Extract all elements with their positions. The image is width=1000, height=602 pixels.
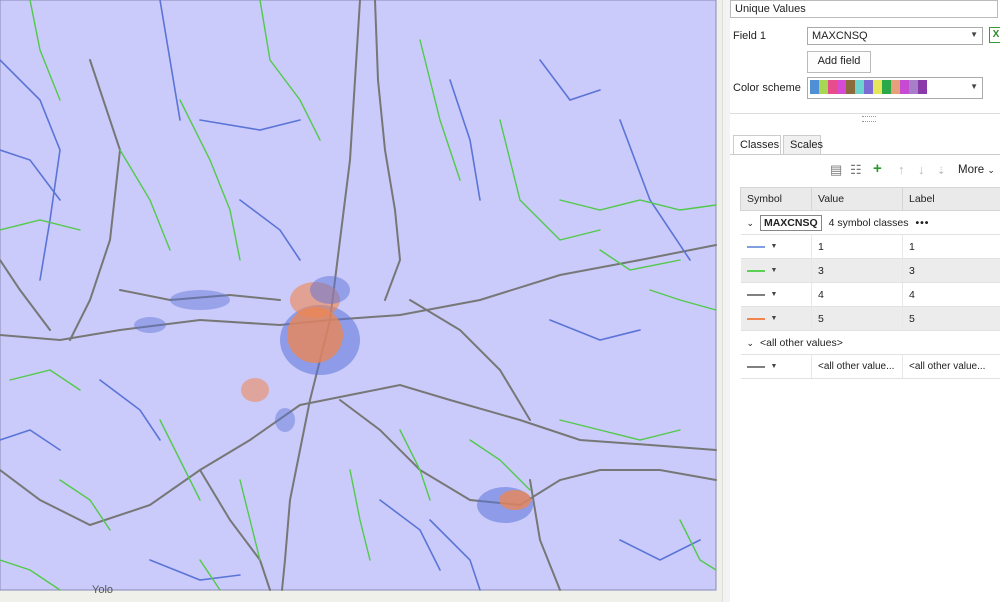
- color-swatch: [900, 80, 909, 94]
- color-swatch: [891, 80, 900, 94]
- classes-table: Symbol Value Label ⌄ MAXCNSQ 4 symbol cl…: [740, 187, 1000, 379]
- color-swatch: [846, 80, 855, 94]
- symbol-cell[interactable]: ▼: [740, 306, 812, 331]
- collapse-chevron-icon[interactable]: ⌄: [747, 218, 755, 228]
- group-summary: 4 symbol classes: [828, 216, 909, 229]
- line-symbol: [746, 317, 765, 320]
- chevron-down-icon[interactable]: ▼: [771, 363, 778, 370]
- symbol-cell[interactable]: ▼: [740, 258, 812, 283]
- color-swatch: [837, 80, 846, 94]
- grip-icon: [862, 116, 876, 122]
- sort-icon[interactable]: ⇣: [937, 166, 945, 177]
- map-place-label: Yolo: [92, 584, 114, 596]
- renderer-dropdown[interactable]: Unique Values: [730, 0, 998, 18]
- class-row[interactable]: ▼ 4 4: [740, 282, 1000, 307]
- class5-cluster: [241, 378, 269, 402]
- symbol-cell[interactable]: ▼: [740, 354, 812, 379]
- more-menu-button[interactable]: More ⌄: [958, 164, 995, 176]
- color-scheme-swatches: [810, 80, 927, 97]
- symbol-cell[interactable]: ▼: [740, 282, 812, 307]
- color-swatch: [855, 80, 864, 94]
- value-cell[interactable]: 4: [811, 282, 903, 307]
- field1-dropdown[interactable]: MAXCNSQ ▼: [807, 27, 983, 45]
- tab-divider: [730, 154, 1000, 155]
- class-row[interactable]: ▼ 5 5: [740, 306, 1000, 331]
- label-cell[interactable]: 1: [902, 234, 1000, 259]
- chevron-down-icon: ▼: [970, 82, 978, 91]
- group-field-input[interactable]: MAXCNSQ: [759, 214, 822, 231]
- line-symbol: [746, 293, 765, 296]
- urban-area-blob: [310, 276, 350, 304]
- color-swatch: [882, 80, 891, 94]
- color-swatch: [873, 80, 882, 94]
- column-symbol[interactable]: Symbol: [740, 187, 812, 211]
- chevron-down-icon: ⌄: [987, 165, 995, 175]
- color-swatch: [864, 80, 873, 94]
- move-down-icon[interactable]: ↓: [918, 162, 925, 177]
- value-cell[interactable]: 1: [811, 234, 903, 259]
- chevron-down-icon[interactable]: ▼: [771, 267, 778, 274]
- move-up-icon[interactable]: ↑: [898, 162, 905, 177]
- label-cell[interactable]: <all other value...: [902, 354, 1000, 379]
- value-cell[interactable]: <all other value...: [811, 354, 903, 379]
- expression-icon[interactable]: X: [989, 27, 1000, 43]
- label-cell[interactable]: 4: [902, 282, 1000, 307]
- color-swatch: [909, 80, 918, 94]
- line-symbol: [746, 245, 765, 248]
- tab-classes[interactable]: Classes: [733, 135, 781, 155]
- symbology-pane: Unique Values Field 1 MAXCNSQ ▼ X Add fi…: [730, 0, 1000, 602]
- chevron-down-icon[interactable]: ▼: [771, 315, 778, 322]
- color-swatch: [828, 80, 837, 94]
- table-view-icon[interactable]: ▤: [830, 162, 842, 178]
- color-scheme-label: Color scheme: [733, 82, 801, 94]
- group-options-icon[interactable]: •••: [915, 217, 929, 229]
- urban-area-blob: [275, 408, 295, 432]
- add-field-button[interactable]: Add field: [807, 51, 871, 73]
- map-view[interactable]: Yolo: [0, 0, 722, 602]
- other-group-header: ⌄ <all other values>: [740, 330, 1000, 355]
- color-swatch: [810, 80, 819, 94]
- class-row[interactable]: ▼ 3 3: [740, 258, 1000, 283]
- collapse-chevron-icon[interactable]: ⌄: [747, 338, 755, 348]
- chevron-down-icon[interactable]: ▼: [771, 243, 778, 250]
- group-header: ⌄ MAXCNSQ 4 symbol classes •••: [740, 210, 1000, 235]
- class5-cluster: [499, 490, 531, 510]
- label-cell[interactable]: 5: [902, 306, 1000, 331]
- line-symbol: [746, 269, 765, 272]
- section-splitter[interactable]: [730, 113, 1000, 128]
- urban-area-blob: [134, 317, 166, 333]
- urban-area-blob: [170, 290, 230, 310]
- add-values-icon[interactable]: ☷: [850, 162, 862, 178]
- value-cell[interactable]: 3: [811, 258, 903, 283]
- column-label[interactable]: Label: [902, 187, 1000, 211]
- other-group-label: <all other values>: [759, 336, 843, 349]
- color-swatch: [918, 80, 927, 94]
- field1-label: Field 1: [733, 30, 767, 42]
- tab-scales[interactable]: Scales: [783, 135, 823, 155]
- add-class-icon[interactable]: +: [873, 160, 882, 177]
- class-row[interactable]: ▼ 1 1: [740, 234, 1000, 259]
- color-swatch: [819, 80, 828, 94]
- column-value[interactable]: Value: [811, 187, 903, 211]
- color-scheme-dropdown[interactable]: ▼: [807, 77, 983, 99]
- field1-value: MAXCNSQ: [812, 30, 868, 42]
- renderer-value: Unique Values: [735, 3, 806, 15]
- label-cell[interactable]: 3: [902, 258, 1000, 283]
- map-extent-fill: [0, 0, 717, 591]
- symbol-cell[interactable]: ▼: [740, 234, 812, 259]
- value-cell[interactable]: 5: [811, 306, 903, 331]
- more-label: More: [958, 164, 985, 176]
- chevron-down-icon: ▼: [970, 30, 978, 39]
- map-canvas[interactable]: [0, 0, 722, 602]
- line-symbol: [746, 365, 765, 368]
- chevron-down-icon[interactable]: ▼: [771, 291, 778, 298]
- other-values-row[interactable]: ▼ <all other value... <all other value..…: [740, 354, 1000, 379]
